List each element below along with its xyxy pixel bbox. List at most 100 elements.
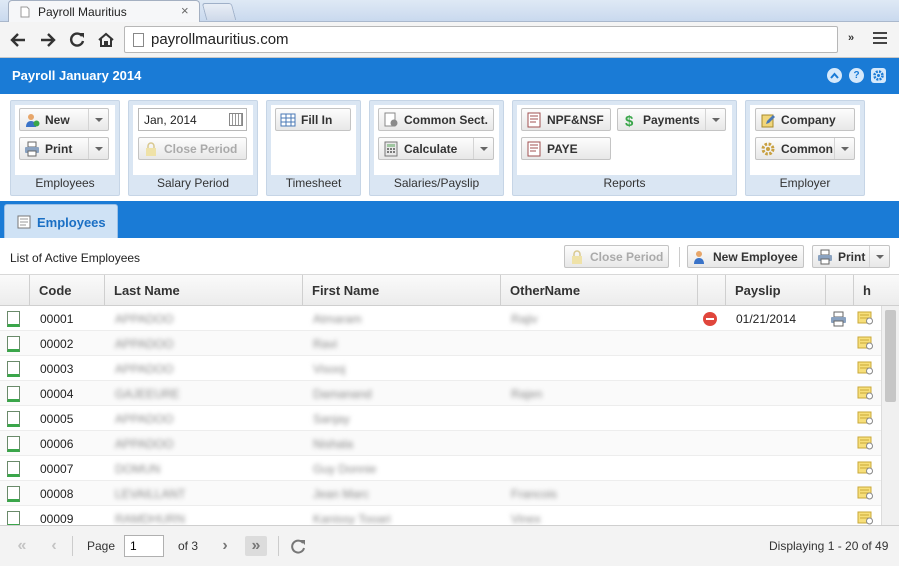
table-row[interactable]: 00001 APPADOO Atmaram Rajiv 01/21/2014 (0, 306, 881, 331)
note-icon[interactable] (857, 461, 874, 475)
printer-icon (818, 249, 832, 264)
ribbon-group-label: Salary Period (156, 176, 230, 190)
ribbon-group-label: Timesheet (285, 176, 342, 190)
column-header-last-name[interactable]: Last Name (105, 275, 303, 306)
new-employee-button[interactable]: New Employee (687, 245, 804, 268)
note-icon[interactable] (857, 361, 874, 375)
scroll-thumb[interactable] (885, 310, 896, 402)
note-icon[interactable] (857, 511, 874, 525)
common-sect-button[interactable]: Common Sect. (378, 108, 494, 131)
npf-nsf-button[interactable]: NPF&NSF (521, 108, 611, 131)
settings-icon[interactable] (871, 68, 886, 83)
document-icon[interactable] (7, 336, 20, 352)
note-icon[interactable] (857, 486, 874, 500)
cell-first-name: Visooj (313, 362, 346, 376)
column-header-h[interactable]: h (854, 275, 899, 306)
payments-button[interactable]: $ Payments (617, 108, 726, 131)
company-button[interactable]: Company (755, 108, 855, 131)
table-row[interactable]: 00005 APPADOO Sanjay (0, 406, 881, 431)
toolbar-separator (679, 247, 680, 267)
salary-period-field[interactable] (138, 108, 247, 131)
reload-icon[interactable] (65, 28, 89, 52)
tab-close-icon[interactable]: × (181, 3, 189, 18)
ribbon-group-label: Employer (779, 176, 831, 190)
grid-scrollbar[interactable] (881, 306, 899, 525)
tab-employees[interactable]: Employees (4, 204, 118, 238)
print-dropdown-arrow[interactable] (88, 138, 108, 159)
page-number-input[interactable] (124, 535, 164, 557)
close-period-button[interactable]: Close Period (138, 137, 247, 160)
calendar-icon[interactable] (229, 113, 243, 126)
page-icon (133, 33, 144, 47)
grid-print-button[interactable]: Print (812, 245, 890, 268)
column-header-code[interactable]: Code (30, 275, 105, 306)
column-header-action (698, 275, 726, 306)
prev-page-icon[interactable]: ‹ (43, 536, 65, 556)
table-row[interactable]: 00009 RAMDHURN Kanissy Tooari Vinex (0, 506, 881, 525)
fill-in-button[interactable]: Fill In (275, 108, 351, 131)
url-input[interactable] (151, 29, 831, 50)
browser-menu-icon[interactable] (873, 32, 887, 46)
table-row[interactable]: 00006 APPADOO Nishala (0, 431, 881, 456)
column-header-payslip[interactable]: Payslip (726, 275, 826, 306)
forward-arrow-icon[interactable] (36, 28, 60, 52)
close-period-button-grid[interactable]: Close Period (564, 245, 669, 268)
column-header-other-name[interactable]: OtherName (501, 275, 698, 306)
last-page-icon[interactable]: » (245, 536, 267, 556)
browser-tab-title: Payroll Mauritius (38, 5, 127, 19)
delete-payslip-icon[interactable] (703, 312, 717, 326)
note-icon[interactable] (857, 386, 874, 400)
print-payslip-icon[interactable] (830, 311, 847, 327)
cell-code: 00002 (40, 337, 74, 351)
table-row[interactable]: 00007 DOMUN Guy Donnie (0, 456, 881, 481)
document-icon[interactable] (7, 411, 20, 427)
payments-dropdown-arrow[interactable] (705, 109, 725, 130)
column-header-first-name[interactable]: First Name (303, 275, 501, 306)
refresh-icon[interactable] (287, 536, 309, 556)
browser-tab[interactable]: Payroll Mauritius × (8, 0, 200, 22)
document-icon[interactable] (7, 386, 20, 402)
document-icon[interactable] (7, 361, 20, 377)
cell-code: 00004 (40, 387, 74, 401)
document-icon[interactable] (7, 461, 20, 477)
table-row[interactable]: 00003 APPADOO Visooj (0, 356, 881, 381)
common-dropdown-arrow[interactable] (834, 138, 854, 159)
table-row[interactable]: 00004 GAJEEURE Damanand Rajen (0, 381, 881, 406)
note-icon[interactable] (857, 436, 874, 450)
cell-first-name: Ravi (313, 337, 338, 351)
extensions-overflow-button[interactable]: » (848, 32, 854, 44)
printer-icon (25, 141, 39, 156)
table-row[interactable]: 00002 APPADOO Ravi (0, 331, 881, 356)
document-icon[interactable] (7, 486, 20, 502)
new-tab-button[interactable] (201, 3, 237, 20)
document-icon[interactable] (7, 311, 20, 327)
note-icon[interactable] (857, 311, 874, 325)
first-page-icon[interactable]: « (11, 536, 33, 556)
home-icon[interactable] (94, 28, 118, 52)
new-dropdown-arrow[interactable] (88, 109, 108, 130)
calculate-button[interactable]: Calculate (378, 137, 494, 160)
column-header-print (826, 275, 854, 306)
new-button[interactable]: New (19, 108, 109, 131)
back-arrow-icon[interactable] (6, 28, 30, 52)
document-icon[interactable] (7, 436, 20, 452)
grid-print-dropdown-arrow[interactable] (869, 246, 889, 267)
note-icon[interactable] (857, 411, 874, 425)
print-button[interactable]: Print (19, 137, 109, 160)
collapse-icon[interactable] (827, 68, 842, 83)
cell-last-name: RAMDHURN (115, 512, 185, 525)
document-icon[interactable] (7, 511, 20, 525)
address-bar[interactable] (124, 26, 838, 53)
table-row[interactable]: 00008 LEVAILLANT Jean Marc Francois (0, 481, 881, 506)
cell-code: 00003 (40, 362, 74, 376)
note-icon[interactable] (857, 336, 874, 350)
calculate-dropdown-arrow[interactable] (473, 138, 493, 159)
ribbon-group-label: Salaries/Payslip (393, 176, 480, 190)
next-page-icon[interactable]: › (214, 536, 236, 556)
common-button[interactable]: Common (755, 137, 855, 160)
lock-icon (146, 141, 156, 156)
paye-button[interactable]: PAYE (521, 137, 611, 160)
salary-period-input[interactable] (144, 112, 224, 128)
grid-body: 00001 APPADOO Atmaram Rajiv 01/21/2014 00002 A… (0, 306, 881, 525)
help-icon[interactable]: ? (849, 68, 864, 83)
